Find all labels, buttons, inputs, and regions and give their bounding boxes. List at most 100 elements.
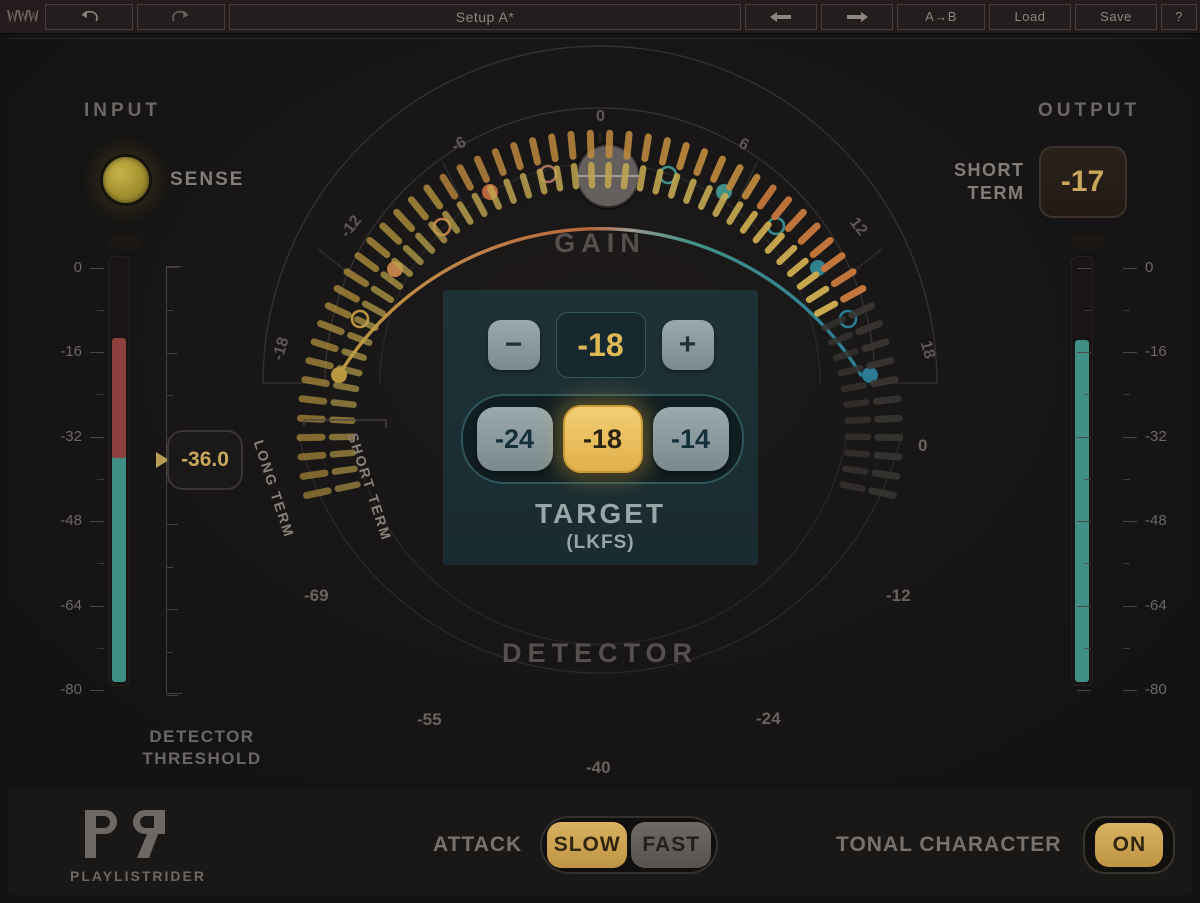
threshold-caption-line1: DETECTOR: [149, 727, 255, 746]
meter-tick-minor: [97, 479, 104, 480]
target-preset-minus24[interactable]: -24: [476, 407, 553, 471]
detector-short-term-segment: [296, 414, 326, 423]
detector-long-term-segment: [843, 399, 870, 408]
threshold-tick: [167, 310, 173, 311]
detector-short-term-segment: [423, 184, 444, 210]
detector-long-term-segment: [698, 185, 713, 210]
meter-tick: [1077, 521, 1091, 522]
preset-2-label: -14: [670, 423, 711, 454]
detector-long-term-segment: [636, 165, 647, 192]
meter-tick-minor: [1123, 648, 1130, 649]
meter-tick-label: -16: [1145, 343, 1167, 360]
detector-short-term-segment: [710, 155, 726, 183]
attack-slow-button[interactable]: SLOW: [547, 822, 628, 868]
detector-long-term-segment: [620, 163, 630, 190]
detector-short-term-segment: [605, 129, 614, 159]
threshold-value: -36.0: [181, 448, 229, 471]
preset-setup-field[interactable]: Setup A*: [229, 3, 741, 30]
output-short-term: SHORT TERM -17: [954, 146, 1127, 218]
detector-long-term-segment: [341, 348, 367, 361]
detector-long-term-segment: [805, 285, 830, 303]
save-button[interactable]: Save: [1075, 3, 1157, 30]
output-st-line2: TERM: [967, 183, 1025, 203]
detector-short-term-segment: [855, 320, 883, 336]
meter-tick-minor: [97, 310, 104, 311]
redo-button[interactable]: [137, 3, 225, 30]
target-preset-group: -24 -18 -14: [461, 394, 744, 484]
meter-tick-minor: [1084, 310, 1091, 311]
output-st-line1: SHORT: [954, 160, 1025, 180]
detector-long-term-segment: [814, 300, 839, 317]
target-value-box[interactable]: -18: [555, 312, 646, 378]
help-button[interactable]: ?: [1161, 3, 1197, 30]
detector-long-term-segment: [837, 365, 864, 377]
detector-short-term-segment: [310, 338, 339, 353]
preset-setup-label: Setup A*: [455, 8, 515, 25]
load-label: Load: [1014, 9, 1046, 24]
meter-tick: [1077, 437, 1091, 438]
threshold-value-box[interactable]: -36.0: [167, 430, 243, 490]
meter-tick-minor: [1084, 648, 1091, 649]
threshold-tick: [167, 609, 178, 610]
detector-tick-minus40: -40: [586, 758, 611, 777]
detector-short-term-segment: [567, 130, 577, 160]
load-button[interactable]: Load: [989, 3, 1071, 30]
output-meter: 0 -16 -32 -48 -64 -80: [1071, 234, 1167, 698]
detector-short-term-segment: [771, 196, 793, 221]
detector-long-term-segment: [604, 161, 612, 189]
output-short-term-box: -17: [1038, 146, 1127, 218]
detector-short-term-segment: [393, 208, 416, 232]
plugin-brand: PLAYLISTRIDER: [70, 806, 206, 884]
brand-name: PLAYLISTRIDER: [70, 868, 206, 884]
target-decrement-button[interactable]: −: [487, 320, 540, 370]
attack-slow-label: SLOW: [553, 833, 621, 856]
detector-short-term-segment: [874, 414, 904, 423]
detector-short-term-segment: [299, 469, 329, 480]
gain-tick-0: 0: [596, 108, 605, 125]
ab-copy-button[interactable]: A→B: [897, 3, 985, 30]
detector-long-term-segment: [786, 257, 809, 278]
target-preset-minus14[interactable]: -14: [652, 407, 729, 471]
detector-long-term-segment: [361, 300, 386, 317]
preset-next-button[interactable]: [821, 3, 893, 30]
detector-long-term-segment: [796, 271, 820, 290]
attack-fast-button[interactable]: FAST: [631, 822, 712, 868]
tonal-character-button[interactable]: ON: [1083, 816, 1176, 874]
target-increment-button[interactable]: +: [661, 320, 714, 370]
preset-0-label: -24: [494, 423, 535, 454]
meter-tick-label: -32: [1145, 428, 1167, 445]
meter-tick-label: -32: [60, 428, 82, 445]
meter-tick-minor: [97, 563, 104, 564]
detector-long-term-segment: [843, 449, 871, 458]
detector-short-term-segment: [784, 208, 807, 232]
meter-tick: [90, 606, 104, 607]
preset-prev-button[interactable]: [745, 3, 817, 30]
target-preset-minus18[interactable]: -18: [562, 405, 643, 473]
detector-long-term-segment: [652, 168, 664, 195]
threshold-tick: [167, 652, 173, 653]
detector-long-term-segment: [333, 382, 360, 393]
detector-long-term-segment: [833, 348, 859, 361]
detector-long-term-segment: [842, 465, 869, 475]
attack-toggle-group: SLOW FAST: [540, 816, 719, 874]
plus-icon: +: [678, 328, 697, 361]
detector-short-term-segment: [741, 173, 761, 200]
detector-threshold-handle[interactable]: -36.0: [156, 430, 243, 490]
detector-short-term-segment: [866, 357, 895, 370]
meter-tick-label: 0: [1145, 259, 1154, 276]
detector-long-term-segment: [503, 178, 517, 204]
detector-tick-minus12: -12: [886, 586, 911, 605]
threshold-tick: [167, 395, 173, 396]
detector-long-term-segment: [712, 192, 729, 217]
target-unit-text: (LKFS): [566, 532, 635, 553]
detector-long-term-segment: [471, 192, 488, 217]
input-meter-body: [108, 256, 130, 686]
meter-tick-minor: [1123, 563, 1130, 564]
target-caption: TARGET (LKFS): [443, 498, 758, 554]
detector-long-term-segment: [570, 163, 580, 190]
detector-long-term-segment: [331, 465, 358, 475]
detector-short-term-segment: [870, 376, 899, 387]
detector-short-term-segment: [456, 164, 474, 191]
undo-button[interactable]: [45, 3, 133, 30]
detector-title: DETECTOR: [501, 638, 698, 668]
